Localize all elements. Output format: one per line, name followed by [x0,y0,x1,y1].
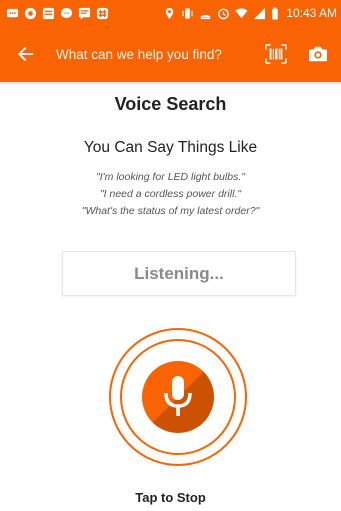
camera-button[interactable] [303,38,333,70]
app-bar: What can we help you find? [0,26,341,82]
stack-icon [42,7,55,20]
barcode-icon [265,44,287,64]
message-icon [78,7,91,20]
microphone-icon [164,376,192,416]
example-phrase: "What's the status of my latest order?" [81,205,260,217]
listening-status: Listening... [62,251,296,296]
arrow-back-icon [17,46,34,62]
camera-icon [309,46,327,62]
status-time: 10:43 AM [286,6,337,20]
top-bar: 10:43 AM What can we help you find? [0,0,341,82]
battery-icon [271,6,279,20]
search-input[interactable]: What can we help you find? [42,47,249,62]
wifi-icon [235,7,248,20]
system-icons: 10:43 AM [163,6,337,20]
app-bar-shadow [0,82,341,86]
location-icon [163,7,176,20]
notification-icons [6,7,109,20]
chat-icon [6,7,19,20]
tap-to-stop-label[interactable]: Tap to Stop [0,490,341,505]
alarm-icon [217,7,230,20]
page-title: Voice Search [114,94,227,114]
example-phrase: "I'm looking for LED light bulbs." [96,171,245,183]
microphone-button[interactable] [142,361,214,433]
cast-icon [199,7,212,20]
example-phrase: "I need a cordless power drill." [99,188,242,200]
suggestions-heading: You Can Say Things Like [83,139,258,156]
messenger-icon [60,7,73,20]
slack-icon [96,7,109,20]
barcode-scan-button[interactable] [261,38,291,70]
example-phrases: "I'm looking for LED light bulbs." "I ne… [0,169,341,220]
back-button[interactable] [10,38,42,70]
microphone-control[interactable] [109,328,247,466]
vibrate-icon [181,7,194,20]
app-icon [24,7,37,20]
signal-icon [253,7,266,20]
status-bar: 10:43 AM [0,0,341,26]
